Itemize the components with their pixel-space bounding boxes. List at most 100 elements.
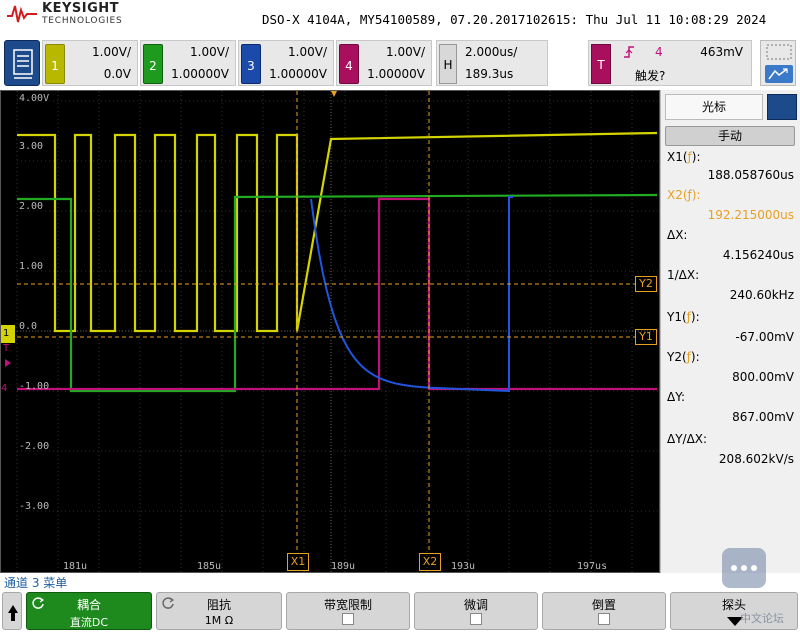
y-axis-label: -1.00 <box>19 381 49 392</box>
x-axis-label: 181u <box>63 561 87 572</box>
channel-2-control[interactable]: 2 1.00V/ 1.00000V <box>140 40 236 86</box>
touch-toggle-button[interactable] <box>760 40 796 86</box>
header: KEYSIGHT TECHNOLOGIES DSO-X 4104A, MY541… <box>0 0 800 38</box>
softkey-fine[interactable]: 微调 <box>414 592 538 630</box>
horizontal-delay: 189.3us <box>465 67 514 81</box>
oscilloscope-window: KEYSIGHT TECHNOLOGIES DSO-X 4104A, MY541… <box>0 0 800 632</box>
trigger-badge: T <box>591 44 611 84</box>
back-button[interactable] <box>2 592 22 630</box>
dy-label: ΔY: <box>667 390 685 404</box>
waveform-svg: 4.00V 3.00 2.00 1.00 0.0 -1.00 -2.00 -3.00 181u 1… <box>16 91 659 572</box>
dx-value: 4.156240us <box>722 248 794 262</box>
softkey-bw-limit[interactable]: 带宽限制 <box>286 592 410 630</box>
channel-2-offset: 1.00000V <box>171 67 229 81</box>
channel-4-offset: 1.00000V <box>367 67 425 81</box>
cursor-y1-tag[interactable]: Y1 <box>635 329 657 345</box>
channel-2-badge: 2 <box>143 44 163 84</box>
dx-label: ΔX: <box>667 228 688 242</box>
menu-icon <box>13 49 33 79</box>
y-axis-label: -3.00 <box>19 501 49 512</box>
trigger-control[interactable]: T 4 463mV 触发? <box>588 40 752 86</box>
cursor-panel: 光标 手动 X1(ƒ): 188.058760us X2(ƒ): 192.215… <box>660 90 800 573</box>
trigger-level-marker[interactable]: T <box>3 343 9 354</box>
ch3-trace <box>310 196 513 393</box>
softkey-impedance[interactable]: 阻抗 1M Ω <box>156 592 282 630</box>
x-axis-label: 197us <box>577 561 607 572</box>
forum-watermark-text: 中文论坛 <box>740 612 784 625</box>
y-axis-label: -2.00 <box>19 441 49 452</box>
channel-1-offset: 0.0V <box>103 67 131 81</box>
x1-value: 188.058760us <box>707 168 794 182</box>
dydx-value: 208.602kV/s <box>718 452 794 466</box>
invert-checkbox[interactable] <box>598 613 610 625</box>
trigger-status: 触发? <box>635 69 666 83</box>
y-axis-label: 2.00 <box>19 201 43 212</box>
y1-label: Y1(ƒ): <box>667 310 700 324</box>
dydx-label: ΔY/ΔX: <box>667 432 708 446</box>
y-axis-label: 0.0 <box>19 321 37 332</box>
inv-dx-label: 1/ΔX: <box>667 268 700 282</box>
x1-label: X1(ƒ): <box>667 150 701 164</box>
cursor-mode-button[interactable]: 手动 <box>665 126 795 146</box>
softkey-bw-limit-label: 带宽限制 <box>323 598 372 612</box>
instrument-title: DSO-X 4104A, MY54100589, 07.20.201710261… <box>262 12 767 27</box>
x2-label: X2(ƒ): <box>667 188 701 202</box>
channel-4-ground-marker[interactable]: 4 <box>1 383 7 394</box>
brand-subtitle: TECHNOLOGIES <box>42 16 123 26</box>
softkey-coupling-label: 耦合 <box>76 598 101 612</box>
cursor-panel-side-tab[interactable] <box>767 94 797 120</box>
ch2-trace <box>17 193 658 393</box>
channel-1-control[interactable]: 1 1.00V/ 0.0V <box>42 40 138 86</box>
cursor-lines <box>17 91 635 553</box>
channel-4-control[interactable]: 4 1.00V/ 1.00000V <box>336 40 432 86</box>
axis-labels: 4.00V 3.00 2.00 1.00 0.0 -1.00 -2.00 -3.00 181u 1… <box>19 93 607 572</box>
trigger-arrow-icon <box>5 359 11 367</box>
inv-dx-value: 240.60kHz <box>729 288 794 302</box>
ch1-trace <box>17 131 658 333</box>
horizontal-control[interactable]: H 2.000us/ 189.3us <box>436 40 548 86</box>
traces <box>17 131 658 393</box>
fine-checkbox[interactable] <box>470 613 482 625</box>
ch4-trace <box>17 197 657 391</box>
channel-1-scale: 1.00V/ <box>92 45 131 59</box>
brand-name: KEYSIGHT <box>42 1 119 16</box>
x-axis-label: 193u <box>451 561 475 572</box>
arrow-up-icon <box>8 605 18 621</box>
cursor-panel-title: 光标 <box>701 100 726 114</box>
trigger-source: 4 <box>655 45 663 59</box>
cursor-y2-tag[interactable]: Y2 <box>635 276 657 292</box>
measure-icon <box>765 65 793 83</box>
channel-2-scale: 1.00V/ <box>190 45 229 59</box>
horizontal-badge: H <box>439 44 457 84</box>
forum-watermark <box>722 548 766 588</box>
cursor-x1-tag[interactable]: X1 <box>287 553 309 571</box>
softkey-impedance-value: 1M Ω <box>204 614 234 627</box>
menu-title: 通道 3 菜单 <box>4 576 68 590</box>
y2-label: Y2(ƒ): <box>667 350 700 364</box>
dy-value: 867.00mV <box>732 410 794 424</box>
bw-limit-checkbox[interactable] <box>342 613 354 625</box>
trigger-position-marker <box>331 91 337 97</box>
channel-3-offset: 1.00000V <box>269 67 327 81</box>
x2-value: 192.215000us <box>707 208 794 222</box>
softkey-bar: 耦合 直流DC 阻抗 1M Ω 带宽限制 微调 倒置 探头 <box>0 590 800 632</box>
keysight-logo-icon <box>7 5 37 23</box>
main-menu-button[interactable] <box>4 40 40 86</box>
channel-1-badge: 1 <box>45 44 65 84</box>
softkey-invert[interactable]: 倒置 <box>542 592 666 630</box>
chat-bubble-icon <box>731 565 757 571</box>
channel-4-scale: 1.00V/ <box>386 45 425 59</box>
channel-3-badge: 3 <box>241 44 261 84</box>
channel-3-scale: 1.00V/ <box>288 45 327 59</box>
selection-box-icon <box>766 44 792 60</box>
y-axis-label: 3.00 <box>19 141 43 152</box>
channel-4-badge: 4 <box>339 44 359 84</box>
y-axis-label: 4.00V <box>19 93 49 104</box>
cursor-x2-tag[interactable]: X2 <box>419 553 441 571</box>
channel-1-ground-marker[interactable]: 1 <box>1 325 15 343</box>
cursor-panel-tab[interactable]: 光标 <box>665 94 763 120</box>
softkey-coupling[interactable]: 耦合 直流DC <box>26 592 152 630</box>
channel-3-control[interactable]: 3 1.00V/ 1.00000V <box>238 40 334 86</box>
softkey-invert-label: 倒置 <box>591 598 616 612</box>
waveform-display[interactable]: 4.00V 3.00 2.00 1.00 0.0 -1.00 -2.00 -3.00 181u 1… <box>0 90 660 573</box>
